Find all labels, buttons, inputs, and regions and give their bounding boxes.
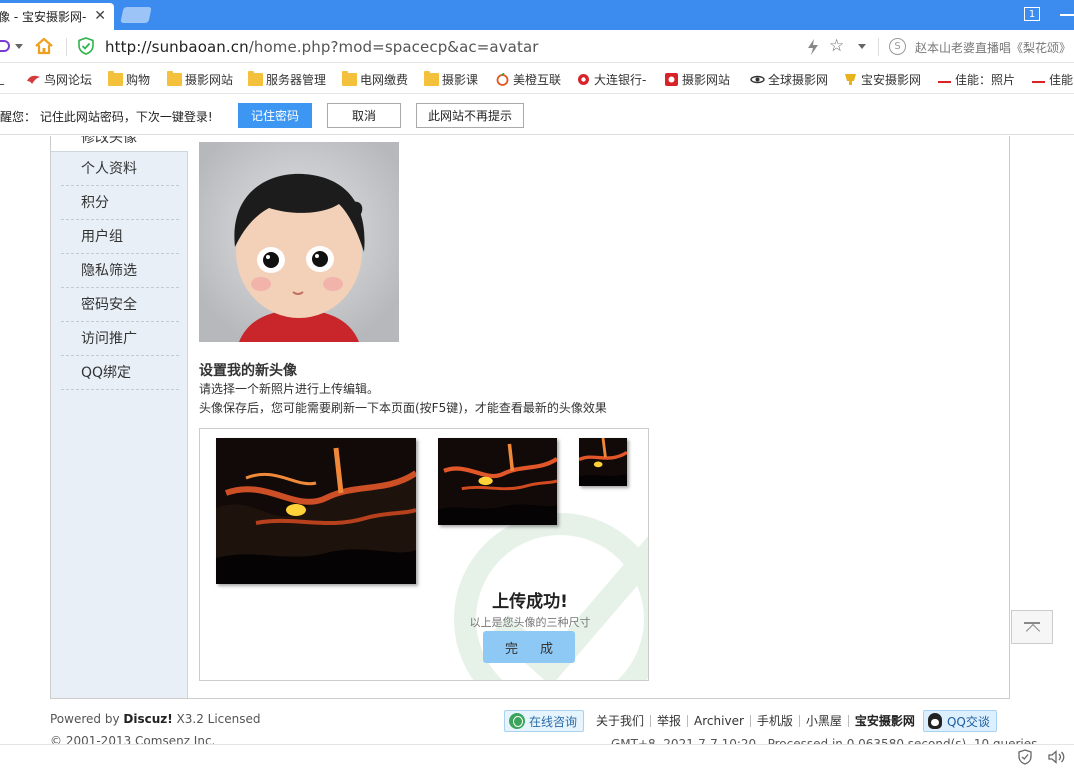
upload-success-message: 上传成功! 以上是您头像的三种尺寸 xyxy=(450,587,610,630)
browser-tab-strip: 像 - 宝安摄影网- ✕ 1 xyxy=(0,0,1074,30)
bookmark-item[interactable]: 佳能 xyxy=(1031,71,1073,88)
security-shield-icon[interactable] xyxy=(1018,749,1032,765)
bookmark-star-icon[interactable]: ☆ xyxy=(829,36,844,56)
speaker-icon[interactable] xyxy=(1048,750,1066,764)
trophy-icon xyxy=(845,74,856,85)
current-avatar xyxy=(199,142,399,342)
instruction-text: 请选择一个新照片进行上传编辑。 xyxy=(199,382,380,396)
bookmark-item[interactable]: 宝安摄影网 xyxy=(843,71,921,88)
hot-search-text[interactable]: 赵本山老婆直播唱《梨花颂》 xyxy=(915,39,1071,56)
back-to-top-button[interactable] xyxy=(1011,610,1053,644)
bookmark-item[interactable]: 全球摄影网 xyxy=(750,71,828,88)
avatar-preview-large xyxy=(216,438,416,584)
secure-shield-icon[interactable] xyxy=(78,37,94,55)
browser-status-bar xyxy=(0,744,1074,768)
avatar-editor: 上传成功! 以上是您头像的三种尺寸 完成 xyxy=(199,428,649,681)
address-dropdown-icon[interactable] xyxy=(858,44,866,49)
discuz-link[interactable]: Discuz! xyxy=(123,712,172,726)
report-link[interactable]: 举报 xyxy=(651,715,689,727)
folder-icon xyxy=(167,71,182,86)
sidebar-item-profile[interactable]: 个人资料 xyxy=(61,152,179,186)
save-password-message: 提醒您： 记住此网站密码，下次一键登录! xyxy=(0,110,213,124)
bookmark-folder[interactable]: 摄影课 xyxy=(424,71,478,88)
sidebar-item-password[interactable]: 密码安全 xyxy=(61,288,179,322)
divider xyxy=(66,38,67,56)
about-us-link[interactable]: 关于我们 xyxy=(590,715,652,727)
bookmark-folder[interactable]: 购物 xyxy=(108,71,150,88)
history-dropdown-icon[interactable] xyxy=(15,44,23,49)
bookmarks-bar: _ 鸟网论坛 购物 摄影网站 服务器管理 电网缴费 摄影课 美橙互联 大连银行-… xyxy=(0,64,1074,94)
settings-sidebar: 修改头像 个人资料 积分 用户组 隐私筛选 密码安全 访问推广 QQ绑定 xyxy=(51,136,188,698)
orange-icon xyxy=(496,73,509,86)
browser-tab-active[interactable]: 像 - 宝安摄影网- ✕ xyxy=(0,3,114,30)
folder-icon xyxy=(108,71,123,86)
address-bar: http://sunbaoan.cn/home.php?mod=spacecp&… xyxy=(0,30,1074,63)
mobile-link[interactable]: 手机版 xyxy=(751,715,800,727)
upload-success-subtitle: 以上是您头像的三种尺寸 xyxy=(469,616,591,629)
archiver-link[interactable]: Archiver xyxy=(688,715,751,727)
home-icon[interactable] xyxy=(34,36,54,56)
never-ask-button[interactable]: 此网站不再提示 xyxy=(416,103,524,128)
online-consult-button[interactable]: 在线咨询 xyxy=(504,710,585,732)
sidebar-item-avatar[interactable]: 修改头像 xyxy=(51,136,188,152)
bookmark-folder[interactable]: 服务器管理 xyxy=(248,71,326,88)
divider xyxy=(878,38,879,56)
qq-penguin-icon xyxy=(927,713,942,729)
sidebar-item-privacy[interactable]: 隐私筛选 xyxy=(61,254,179,288)
remember-password-button[interactable]: 记住密码 xyxy=(238,103,312,128)
qq-chat-button[interactable]: QQ交谈 xyxy=(922,710,997,732)
tab-title: 像 - 宝安摄影网- xyxy=(0,10,87,24)
bookmark-folder[interactable]: 摄影网站 xyxy=(167,71,233,88)
cancel-button[interactable]: 取消 xyxy=(327,103,401,128)
save-password-bar: 提醒您： 记住此网站密码，下次一键登录! 记住密码 取消 此网站不再提示 xyxy=(0,95,1074,135)
bird-icon xyxy=(27,75,40,84)
bookmark-item[interactable]: _ xyxy=(0,71,4,85)
done-button[interactable]: 完成 xyxy=(483,631,575,663)
tab-counter-icon[interactable]: 1 xyxy=(1024,7,1040,21)
powered-by-text: Powered by Discuz! X3.2 Licensed xyxy=(50,712,261,726)
avatar-preview-small xyxy=(579,438,627,486)
url-path: /home.php?mod=spacecp&ac=avatar xyxy=(248,38,539,56)
bank-icon xyxy=(578,74,589,85)
camera-icon xyxy=(665,73,678,86)
bookmark-item[interactable]: 大连银行- xyxy=(576,71,646,88)
canon-icon xyxy=(1031,77,1046,83)
page-content: 修改头像 个人资料 积分 用户组 隐私筛选 密码安全 访问推广 QQ绑定 设置我… xyxy=(50,136,1010,699)
consult-icon xyxy=(509,713,525,729)
sidebar-item-promotion[interactable]: 访问推广 xyxy=(61,322,179,356)
folder-icon xyxy=(248,71,263,86)
search-engine-icon[interactable]: S xyxy=(889,38,906,55)
sidebar-item-qq[interactable]: QQ绑定 xyxy=(61,356,179,390)
url-field[interactable]: http://sunbaoan.cn/home.php?mod=spacecp&… xyxy=(105,38,539,56)
tab-close-icon[interactable]: ✕ xyxy=(94,8,106,24)
minimize-icon[interactable] xyxy=(1060,14,1074,16)
sidebar-item-credits[interactable]: 积分 xyxy=(61,186,179,220)
folder-icon xyxy=(342,71,357,86)
url-host: http://sunbaoan.cn xyxy=(105,38,249,56)
bookmark-item[interactable]: 佳能：照片 xyxy=(937,71,1015,88)
back-icon[interactable] xyxy=(0,40,10,52)
footer-links: 在线咨询 关于我们 举报 Archiver 手机版 小黑屋 宝安摄影网 QQ交谈 xyxy=(504,710,997,732)
upload-success-title: 上传成功! xyxy=(492,592,568,612)
sidebar-list: 个人资料 积分 用户组 隐私筛选 密码安全 访问推广 QQ绑定 xyxy=(61,152,179,390)
refresh-hint: 头像保存后，您可能需要刷新一下本页面(按F5键)，才能查看最新的头像效果 xyxy=(199,401,607,415)
folder-icon xyxy=(424,71,439,86)
globe-icon xyxy=(750,75,765,84)
canon-icon xyxy=(937,77,952,83)
page-title: 设置我的新头像 xyxy=(199,363,297,379)
lightning-icon[interactable] xyxy=(806,38,820,56)
bookmark-item[interactable]: 鸟网论坛 xyxy=(26,71,92,88)
bookmark-folder[interactable]: 电网缴费 xyxy=(342,71,408,88)
bookmark-item[interactable]: 摄影网站 xyxy=(664,71,730,88)
site-brand-link[interactable]: 宝安摄影网 xyxy=(849,715,921,727)
sidebar-item-usergroup[interactable]: 用户组 xyxy=(61,220,179,254)
avatar-preview-medium xyxy=(438,438,557,525)
bookmark-item[interactable]: 美橙互联 xyxy=(495,71,561,88)
blacklist-link[interactable]: 小黑屋 xyxy=(800,715,849,727)
new-tab-button[interactable] xyxy=(120,7,152,23)
